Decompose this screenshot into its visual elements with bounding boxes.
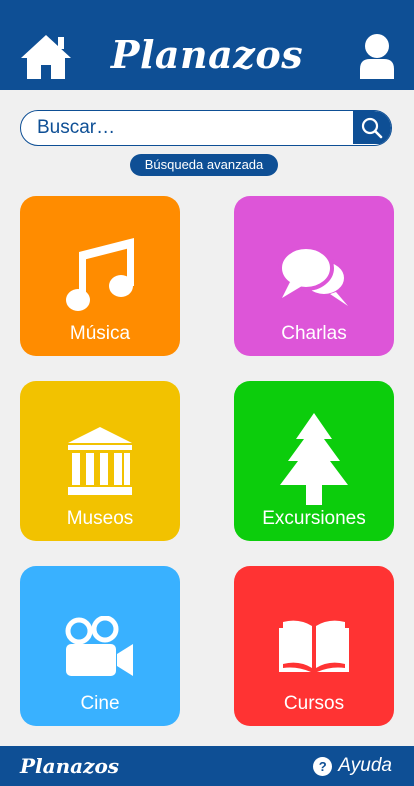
video-camera-icon: [65, 616, 133, 676]
footer-bar: Planazos ? Ayuda: [0, 746, 414, 786]
category-tile-museos[interactable]: Museos: [20, 381, 180, 541]
category-label: Charlas: [281, 323, 347, 344]
category-tile-excursiones[interactable]: Excursiones: [234, 381, 394, 541]
user-icon: [360, 34, 394, 79]
museum-icon: [68, 427, 132, 495]
category-label: Música: [69, 323, 131, 344]
search-input[interactable]: [21, 111, 355, 144]
category-label: Cursos: [283, 693, 345, 714]
help-label: Ayuda: [338, 755, 392, 776]
advanced-search-link[interactable]: Búsqueda avanzada: [130, 154, 278, 176]
footer-brand: Planazos: [20, 754, 120, 778]
tree-icon: [280, 413, 348, 505]
app-title: Planazos: [110, 32, 304, 77]
category-tile-musica[interactable]: Música: [20, 196, 180, 356]
category-tile-cursos[interactable]: Cursos: [234, 566, 394, 726]
music-note-icon: [66, 238, 134, 311]
category-label: Cine: [80, 693, 120, 714]
category-tile-charlas[interactable]: Charlas: [234, 196, 394, 356]
user-profile-button[interactable]: [358, 33, 396, 79]
category-label: Museos: [66, 508, 134, 529]
help-icon: ?: [313, 756, 333, 776]
search-icon: [361, 117, 383, 138]
search-button[interactable]: [353, 111, 391, 144]
header-bar: Planazos: [0, 0, 414, 90]
chat-bubbles-icon: [278, 245, 348, 306]
search-box: [20, 110, 392, 146]
open-book-icon: [279, 620, 349, 672]
category-tile-cine[interactable]: Cine: [20, 566, 180, 726]
help-link[interactable]: ? Ayuda: [313, 752, 392, 780]
category-label: Excursiones: [262, 508, 366, 529]
